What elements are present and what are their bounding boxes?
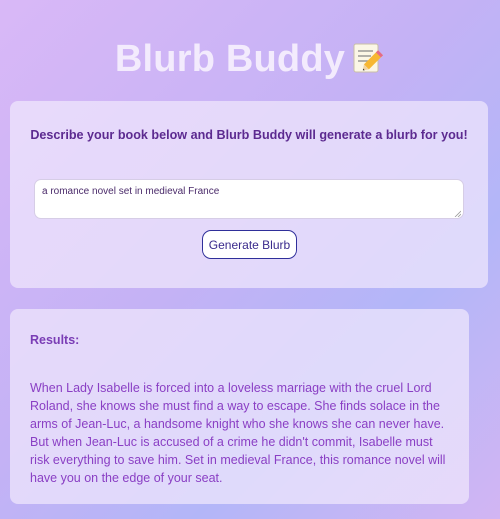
memo-pencil-icon bbox=[351, 39, 385, 77]
results-label: Results: bbox=[30, 333, 80, 347]
book-description-value: a romance novel set in medieval France bbox=[42, 186, 220, 197]
results-text: When Lady Isabelle is forced into a love… bbox=[30, 381, 446, 485]
app-title-text: Blurb Buddy bbox=[114, 38, 346, 80]
prompt-text: Describe your book below and Blurb Buddy… bbox=[30, 128, 468, 142]
resize-handle-icon[interactable] bbox=[454, 209, 462, 218]
input-card: Describe your book below and Blurb Buddy… bbox=[10, 101, 488, 288]
book-description-input[interactable]: a romance novel set in medieval France bbox=[34, 179, 464, 219]
app-title: Blurb Buddy bbox=[0, 38, 500, 81]
results-card: Results: When Lady Isabelle is forced in… bbox=[10, 309, 469, 504]
generate-blurb-button[interactable]: Generate Blurb bbox=[202, 230, 297, 259]
